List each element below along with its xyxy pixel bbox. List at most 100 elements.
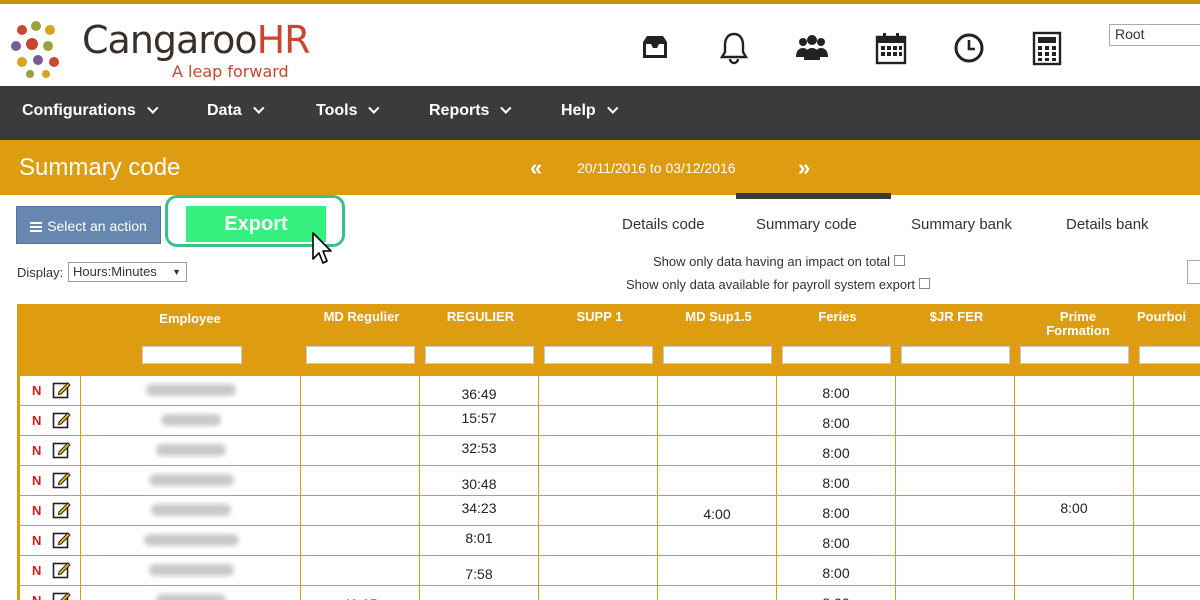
value-cell: 8:00 xyxy=(776,406,895,436)
col-prime-formation[interactable]: Prime Formation xyxy=(1038,310,1118,338)
edit-icon[interactable] xyxy=(52,560,71,579)
filter-prime-formation-input[interactable] xyxy=(1020,346,1129,364)
cangaroo-logo-icon xyxy=(11,21,59,78)
filter-jr-fer-input[interactable] xyxy=(901,346,1010,364)
employee-cell[interactable] xyxy=(80,586,300,600)
value-cell xyxy=(300,406,419,436)
edge-control[interactable] xyxy=(1187,260,1200,284)
new-flag: N xyxy=(32,443,42,458)
value-cell: 40:05 xyxy=(300,586,419,600)
table-row: N 34:23 4:00 8:00 8:00 xyxy=(20,496,1200,526)
value-cell xyxy=(538,586,657,600)
value-text: 32:53 xyxy=(461,440,497,456)
filter-md-regulier-input[interactable] xyxy=(306,346,415,364)
employee-cell[interactable] xyxy=(80,376,300,406)
select-action-button[interactable]: Select an action xyxy=(16,206,161,244)
chevron-down-icon xyxy=(368,102,380,114)
value-cell xyxy=(1014,406,1133,436)
value-cell: 4:00 xyxy=(657,496,776,526)
value-cell xyxy=(300,526,419,556)
col-jr-fer[interactable]: $JR FER xyxy=(897,310,1016,324)
edit-icon[interactable] xyxy=(52,500,71,519)
filter-pourboire-input[interactable] xyxy=(1139,346,1200,364)
employee-cell[interactable] xyxy=(80,556,300,586)
value-cell xyxy=(1133,526,1200,556)
table-row: N 36:49 8:00 xyxy=(20,376,1200,406)
edit-icon[interactable] xyxy=(52,530,71,549)
value-text: 7:58 xyxy=(465,566,493,582)
value-cell xyxy=(1014,436,1133,466)
nav-reports[interactable]: Reports xyxy=(429,86,512,140)
employee-cell[interactable] xyxy=(80,406,300,436)
display-select[interactable]: Hours:Minutes ▼ xyxy=(68,262,187,282)
nav-configurations[interactable]: Configurations xyxy=(22,86,159,140)
chevron-down-icon xyxy=(606,102,619,114)
calculator-icon[interactable] xyxy=(1029,30,1065,66)
col-md-regulier[interactable]: MD Regulier xyxy=(302,310,421,324)
col-supp1[interactable]: SUPP 1 xyxy=(540,310,659,324)
nav-data[interactable]: Data xyxy=(207,86,265,140)
employee-name-redacted xyxy=(148,564,234,576)
nav-tools[interactable]: Tools xyxy=(316,86,380,140)
value-cell xyxy=(300,466,419,496)
value-cell xyxy=(538,556,657,586)
caret-down-icon: ▼ xyxy=(172,267,181,277)
value-cell: 8:00 xyxy=(776,466,895,496)
value-cell xyxy=(538,466,657,496)
value-cell: 8:00 xyxy=(776,526,895,556)
employee-name-redacted xyxy=(148,474,234,486)
value-cell xyxy=(538,376,657,406)
edit-icon[interactable] xyxy=(52,440,71,459)
value-text: 8:01 xyxy=(465,530,493,546)
value-cell xyxy=(657,436,776,466)
employee-name-redacted xyxy=(161,414,221,426)
col-feries[interactable]: Feries xyxy=(778,310,897,324)
value-cell xyxy=(1014,586,1133,600)
employee-cell[interactable] xyxy=(80,526,300,556)
date-prev-button[interactable]: « xyxy=(530,155,542,181)
filter-employee-input[interactable] xyxy=(142,346,242,364)
tab-details-code[interactable]: Details code xyxy=(622,216,705,233)
edit-icon[interactable] xyxy=(52,410,71,429)
value-cell xyxy=(657,526,776,556)
col-employee[interactable]: Employee xyxy=(80,312,300,326)
calendar-icon[interactable] xyxy=(873,30,909,66)
tab-summary-bank[interactable]: Summary bank xyxy=(911,216,1012,233)
col-regulier[interactable]: REGULIER xyxy=(421,310,540,324)
employee-name-redacted xyxy=(143,534,239,546)
edit-icon[interactable] xyxy=(52,590,71,600)
value-cell xyxy=(1014,466,1133,496)
value-text: 36:49 xyxy=(461,386,497,402)
value-text: 8:00 xyxy=(822,565,850,581)
bell-icon[interactable] xyxy=(716,30,752,66)
value-text: 4:00 xyxy=(703,506,731,522)
date-next-button[interactable]: » xyxy=(798,155,810,181)
users-icon[interactable] xyxy=(794,30,830,66)
col-pourboire[interactable]: Pourboi xyxy=(1137,310,1200,324)
inbox-icon[interactable] xyxy=(637,30,673,66)
clock-icon[interactable] xyxy=(951,30,987,66)
filter-feries-input[interactable] xyxy=(782,346,891,364)
nav-help[interactable]: Help xyxy=(561,86,619,140)
employee-cell[interactable] xyxy=(80,496,300,526)
filter-md-sup15-input[interactable] xyxy=(663,346,772,364)
employee-cell[interactable] xyxy=(80,436,300,466)
value-cell xyxy=(419,586,538,600)
export-button[interactable]: Export xyxy=(186,206,326,242)
value-cell xyxy=(657,376,776,406)
impact-checkbox[interactable] xyxy=(894,255,906,266)
tab-details-bank[interactable]: Details bank xyxy=(1066,216,1149,233)
edit-icon[interactable] xyxy=(52,380,71,399)
table-row: N 40:05 8:00 xyxy=(20,586,1200,600)
filter-supp1-input[interactable] xyxy=(544,346,653,364)
filter-regulier-input[interactable] xyxy=(425,346,534,364)
page-title-bar: Summary code « 20/11/2016 to 03/12/2016 … xyxy=(0,140,1200,316)
user-select[interactable]: Root xyxy=(1109,24,1200,46)
value-cell: 36:49 xyxy=(419,376,538,406)
col-md-sup15[interactable]: MD Sup1.5 xyxy=(659,310,778,324)
tab-summary-code[interactable]: Summary code xyxy=(756,216,857,233)
payroll-checkbox[interactable] xyxy=(919,278,931,289)
employee-cell[interactable] xyxy=(80,466,300,496)
edit-icon[interactable] xyxy=(52,470,71,489)
value-cell xyxy=(895,376,1014,406)
